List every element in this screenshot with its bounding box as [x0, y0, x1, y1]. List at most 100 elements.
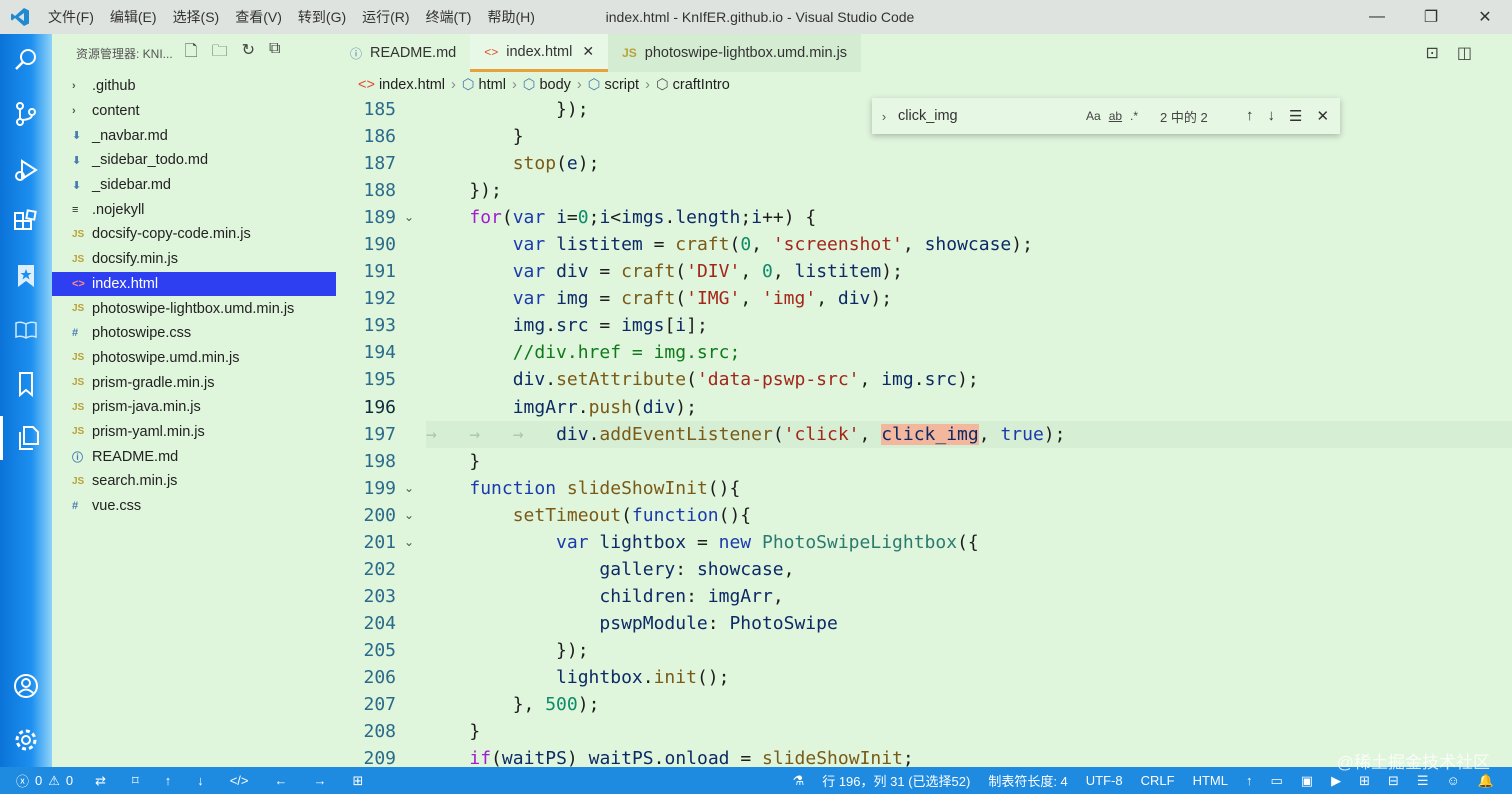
tree-item[interactable]: JS photoswipe.umd.min.js	[52, 346, 336, 371]
tree-item[interactable]: JS prism-yaml.min.js	[52, 420, 336, 445]
tree-item[interactable]: ⬇ _navbar.md	[52, 123, 336, 148]
breadcrumb: <> index.html › ⬡ html › ⬡ body › ⬡ scri…	[336, 72, 1512, 98]
cursor-position[interactable]: 行 196，列 31 (已选择52)	[822, 771, 970, 790]
breadcrumb-item[interactable]: script	[604, 77, 639, 93]
split-editor-icon[interactable]: ◫	[1457, 43, 1472, 63]
extensions-icon[interactable]	[0, 200, 52, 244]
tree-item[interactable]: JS photoswipe-lightbox.umd.min.js	[52, 296, 336, 321]
new-folder-icon[interactable]: 🗀	[212, 40, 228, 67]
menu-file[interactable]: 文件(F)	[40, 0, 102, 34]
match-case-button[interactable]: Aa	[1086, 109, 1101, 123]
menu-selection[interactable]: 选择(S)	[165, 0, 228, 34]
encoding[interactable]: UTF-8	[1086, 773, 1123, 788]
layout-icon[interactable]: ⊞	[353, 773, 364, 789]
remote-icon[interactable]: ⇄	[95, 773, 106, 789]
tree-item[interactable]: › content	[52, 99, 336, 124]
breadcrumb-item[interactable]: index.html	[379, 77, 445, 93]
tree-item[interactable]: › .github	[52, 74, 336, 99]
tree-item[interactable]: ⬇ _sidebar_todo.md	[52, 148, 336, 173]
language-mode[interactable]: HTML	[1193, 773, 1228, 788]
explorer-sidebar: 资源管理器: KNI... 🗋 🗀 ↻ ⧉ › .github › content ⬇ _…	[52, 34, 336, 767]
bookmark-icon[interactable]: ⌑	[132, 773, 139, 789]
restore-button[interactable]: ❐	[1404, 0, 1458, 34]
collapse-all-icon[interactable]: ⧉	[269, 40, 280, 67]
code-editor[interactable]: 185 186 187 188 189 190 191 192 193 194 195 196 197 1…	[336, 96, 1512, 767]
menu-go[interactable]: 转到(G)	[290, 0, 354, 34]
line-ending[interactable]: CRLF	[1141, 773, 1175, 788]
menu-help[interactable]: 帮助(H)	[479, 0, 542, 34]
fold-chevron-icon[interactable]: ⌄	[404, 475, 414, 502]
close-tab-icon[interactable]: ✕	[582, 43, 594, 60]
tree-item[interactable]: ≡ .nojekyll	[52, 197, 336, 222]
menu-terminal[interactable]: 终端(T)	[418, 0, 480, 34]
tree-item[interactable]: JS prism-java.min.js	[52, 395, 336, 420]
error-icon[interactable]: ⓧ	[16, 771, 29, 790]
panel-icon[interactable]: ▭	[1270, 773, 1282, 789]
tree-item[interactable]: ⓘ README.md	[52, 444, 336, 469]
outline-icon[interactable]: ☰	[1417, 773, 1429, 789]
new-file-icon[interactable]: 🗋	[185, 40, 198, 67]
run-debug-icon[interactable]	[0, 148, 52, 192]
search-icon[interactable]	[0, 38, 52, 82]
tree-item[interactable]: JS docsify.min.js	[52, 247, 336, 272]
breadcrumb-item[interactable]: html	[479, 77, 506, 93]
find-input[interactable]: click_img	[896, 108, 1076, 124]
menu-edit[interactable]: 编辑(E)	[102, 0, 165, 34]
remove-icon[interactable]: ⊟	[1388, 773, 1399, 789]
close-find-icon[interactable]: ✕	[1316, 107, 1329, 125]
source-control-icon[interactable]	[0, 92, 52, 136]
code-lines[interactable]: }); } stop(e); }); for(var i=0;i<imgs.le…	[426, 96, 1512, 767]
tree-item[interactable]: # photoswipe.css	[52, 321, 336, 346]
menu-view[interactable]: 查看(V)	[227, 0, 290, 34]
arrow-up-icon[interactable]: ↑	[165, 773, 172, 789]
arrow-down-icon[interactable]: ↓	[197, 773, 204, 789]
tab-readme[interactable]: ⓘ README.md	[336, 34, 470, 72]
use-regex-button[interactable]: .*	[1130, 109, 1138, 123]
tree-item[interactable]: JS prism-gradle.min.js	[52, 370, 336, 395]
arrow-left-icon[interactable]: ←	[275, 773, 288, 789]
tree-item[interactable]: JS docsify-copy-code.min.js	[52, 222, 336, 247]
notification-bell-icon[interactable]: 🔔	[1478, 773, 1494, 789]
code-icon[interactable]: </>	[230, 773, 249, 789]
tree-item[interactable]: JS search.min.js	[52, 469, 336, 494]
tab-size[interactable]: 制表符长度: 4	[988, 771, 1067, 790]
minimize-button[interactable]: —	[1350, 0, 1404, 34]
add-icon[interactable]: ⊞	[1359, 773, 1370, 789]
open-preview-icon[interactable]: ⊡	[1425, 43, 1438, 63]
account-icon[interactable]	[0, 664, 52, 708]
play-icon[interactable]: ▶	[1331, 773, 1341, 789]
flask-icon[interactable]: ⚗	[793, 773, 805, 789]
book-icon[interactable]	[0, 308, 52, 352]
breadcrumb-item[interactable]: body	[539, 77, 570, 93]
bookmarks-icon[interactable]	[0, 362, 52, 406]
error-count[interactable]: 0	[35, 773, 42, 788]
settings-gear-icon[interactable]	[0, 718, 52, 762]
arrow-right-icon[interactable]: →	[314, 773, 327, 789]
toggle-replace-icon[interactable]: ›	[872, 109, 896, 124]
tree-item[interactable]: ⬇ _sidebar.md	[52, 173, 336, 198]
tab-index-html[interactable]: <> index.html ✕	[470, 34, 609, 72]
previous-match-icon[interactable]: ↑	[1246, 107, 1254, 125]
tree-item[interactable]: <> index.html	[52, 271, 336, 297]
bookmark-star-icon[interactable]	[0, 254, 52, 298]
editor-actions: ⊡ ◫	[1425, 34, 1472, 72]
explorer-icon[interactable]	[0, 416, 52, 460]
sync-icon[interactable]: ↑	[1246, 773, 1253, 788]
feedback-icon[interactable]: ☺	[1447, 773, 1460, 788]
close-window-button[interactable]: ✕	[1458, 0, 1512, 34]
warning-count[interactable]: 0	[66, 773, 73, 788]
match-whole-word-button[interactable]: ab	[1109, 109, 1122, 123]
breadcrumb-item[interactable]: craftIntro	[673, 77, 730, 93]
menu-run[interactable]: 运行(R)	[354, 0, 417, 34]
next-match-icon[interactable]: ↓	[1268, 107, 1276, 125]
fold-chevron-icon[interactable]: ⌄	[404, 529, 414, 556]
warning-icon[interactable]: ⚠	[48, 773, 60, 789]
tab-photoswipe-lightbox[interactable]: JS photoswipe-lightbox.umd.min.js	[608, 34, 862, 72]
refresh-icon[interactable]: ↻	[242, 40, 255, 67]
find-in-selection-icon[interactable]: ☰	[1289, 107, 1302, 125]
tree-item[interactable]: # vue.css	[52, 494, 336, 519]
terminal-icon[interactable]: ▣	[1301, 773, 1313, 789]
fold-chevron-icon[interactable]: ⌄	[404, 502, 414, 529]
fold-chevron-icon[interactable]: ⌄	[404, 204, 414, 231]
js-icon: JS	[72, 377, 85, 389]
